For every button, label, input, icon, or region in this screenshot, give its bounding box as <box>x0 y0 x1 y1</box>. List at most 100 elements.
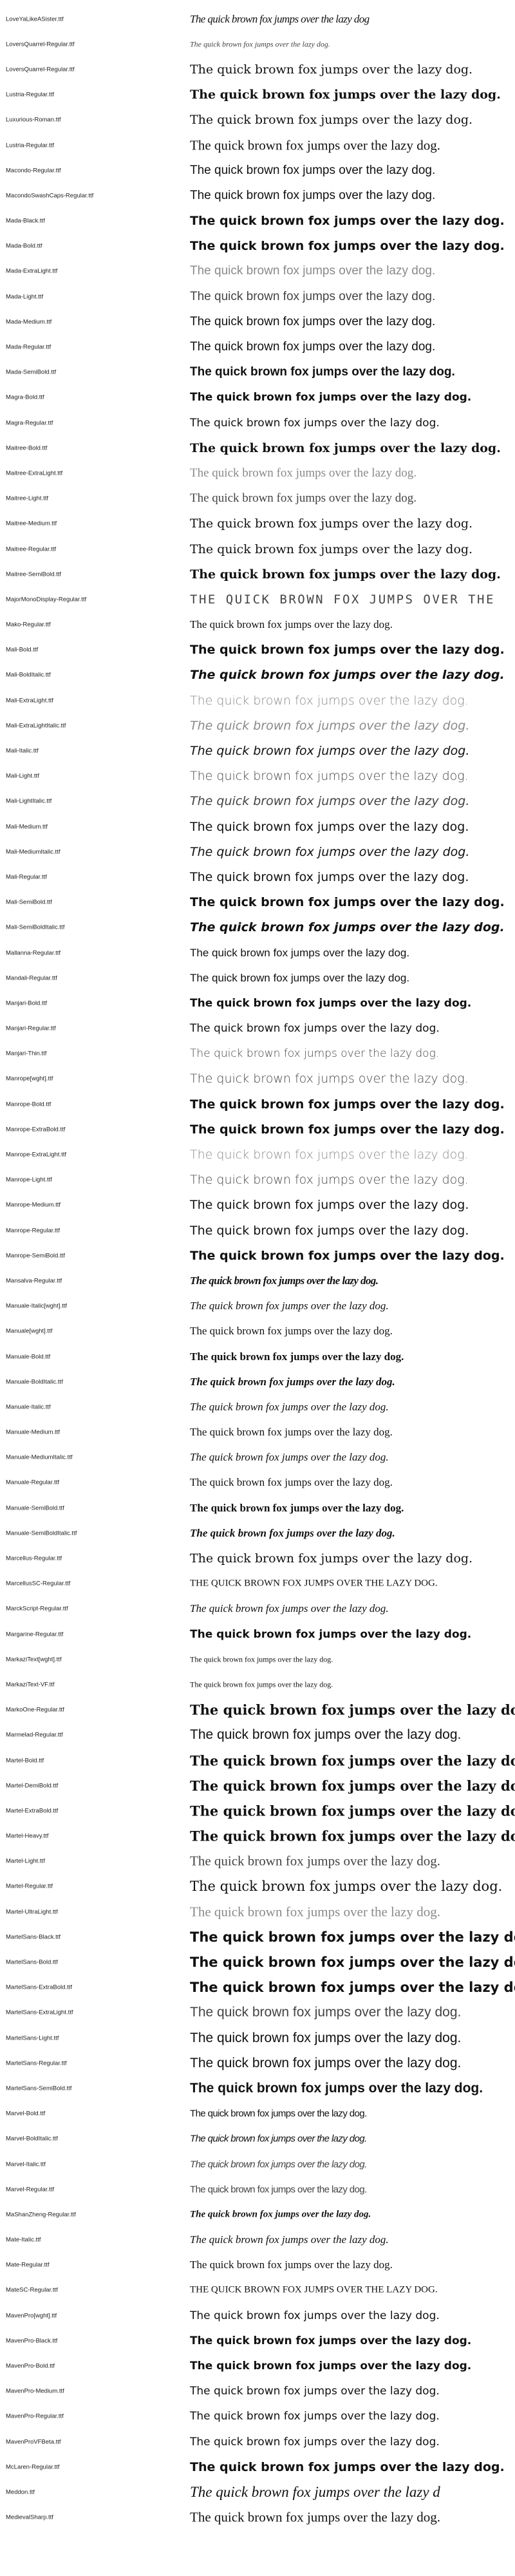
font-filename: Mada-SemiBold.ttf <box>6 368 57 376</box>
font-filename: MavenPro-Regular.ttf <box>6 2412 64 2420</box>
font-row: Manrope-ExtraBold.ttf The quick brown fox… <box>0 1117 515 1142</box>
font-filename: Mandali-Regular.ttf <box>6 974 57 982</box>
font-sample-text: The quick brown fox jumps over the lazy … <box>190 2133 367 2145</box>
font-row: LoversQuarrel-Regular.ttf The quick brown… <box>0 32 515 57</box>
font-row: Manrope-Regular.ttf The quick brown fox j… <box>0 1218 515 1243</box>
font-filename: Manuale-MediumItalic.ttf <box>6 1454 73 1461</box>
font-sample-text: The quick brown fox jumps over the lazy … <box>190 440 501 455</box>
font-row: Mali-Bold.ttf The quick brown fox jumps o… <box>0 638 515 663</box>
font-row: Marcellus-Regular.ttf The quick brown fox… <box>0 1546 515 1571</box>
font-row: Marvel-Bold.ttf The quick brown fox jumps… <box>0 2101 515 2126</box>
font-row: Martel-Light.ttf The quick brown fox jump… <box>0 1849 515 1874</box>
font-sample-text: The quick brown fox jumps over the lazy … <box>190 1526 395 1539</box>
font-sample-text: The quick brown fox jumps over the lazy … <box>190 1274 379 1287</box>
font-filename: Mallanna-Regular.ttf <box>6 949 61 957</box>
font-sample-text: The quick brown fox jumps over the lazy … <box>190 2259 393 2271</box>
font-row: Mansalva-Regular.ttf The quick brown fox … <box>0 1268 515 1293</box>
font-filename: Marcellus-Regular.ttf <box>6 1555 62 1562</box>
font-row: MartelSans-Black.ttf The quick brown fox … <box>0 1924 515 1949</box>
font-sample-text: The quick brown fox jumps over the lazy … <box>190 2030 462 2045</box>
font-row: Martel-UltraLight.ttf The quick brown fox… <box>0 1899 515 1924</box>
font-filename: Marvel-Regular.ttf <box>6 2186 54 2193</box>
font-filename: Mada-Regular.ttf <box>6 343 52 351</box>
font-row: MarcellusSC-Regular.ttf THE QUICK BROWN F… <box>0 1571 515 1596</box>
font-filename: Manuale-Regular.ttf <box>6 1479 59 1486</box>
font-sample-text: The quick brown fox jumps over the lazy … <box>190 844 470 859</box>
font-sample-text: The quick brown fox jumps over the lazy … <box>190 769 469 784</box>
font-filename: Mali-Italic.ttf <box>6 747 39 755</box>
font-filename: MarkaziText[wght].ttf <box>6 1656 62 1663</box>
font-filename: MavenProVFBeta.ttf <box>6 2438 61 2446</box>
font-row: Lustria-Regular.ttf The quick brown fox j… <box>0 133 515 158</box>
font-row: Manjari-Bold.ttf The quick brown fox jump… <box>0 990 515 1016</box>
font-sample-text: The quick brown fox jumps over the lazy … <box>190 289 436 303</box>
font-filename: MarkoOne-Regular.ttf <box>6 1706 64 1714</box>
font-sample-text: The quick brown fox jumps over the lazy … <box>190 643 505 658</box>
font-sample-text: The quick brown fox jumps over the lazy … <box>190 88 501 102</box>
font-filename: Mali-Medium.ttf <box>6 823 48 831</box>
font-filename: Manjari-Bold.ttf <box>6 999 47 1007</box>
font-filename: Manrope-SemiBold.ttf <box>6 1252 65 1260</box>
font-filename: Mali-Regular.ttf <box>6 873 47 881</box>
font-sample-text: The quick brown fox jumps over the lazy … <box>190 1173 469 1188</box>
font-row: Mada-SemiBold.ttf The quick brown fox jum… <box>0 360 515 385</box>
font-filename: MartelSans-Regular.ttf <box>6 2060 67 2067</box>
font-row: Maitree-SemiBold.ttf The quick brown fox … <box>0 562 515 587</box>
font-row: Manrope[wght].ttf The quick brown fox jum… <box>0 1066 515 1092</box>
font-sample-text: The quick brown fox jumps over the lazy … <box>190 137 440 153</box>
font-filename: Manrope[wght].ttf <box>6 1075 53 1083</box>
font-row: Mali-MediumItalic.ttf The quick brown fox… <box>0 839 515 864</box>
font-sample-text: The quick brown fox jumps over the lazy … <box>190 2459 505 2474</box>
font-row: Maitree-Bold.ttf The quick brown fox jump… <box>0 435 515 460</box>
font-row: Martel-Heavy.ttf The quick brown fox jump… <box>0 1824 515 1849</box>
font-filename: Mali-Bold.ttf <box>6 646 39 654</box>
font-row: Maitree-ExtraLight.ttf The quick brown fo… <box>0 460 515 486</box>
font-filename: Manrope-Light.ttf <box>6 1176 52 1184</box>
font-row: Martel-Regular.ttf The quick brown fox ju… <box>0 1874 515 1899</box>
font-filename: Mali-ExtraLightItalic.ttf <box>6 722 66 730</box>
font-filename: Macondo-Regular.ttf <box>6 167 61 175</box>
font-filename: Manrope-Medium.ttf <box>6 1201 61 1209</box>
font-sample-text: The quick brown fox jumps over the lazy … <box>190 1325 393 1338</box>
font-sample-text: The quick brown fox jumps over the lazy … <box>190 2509 440 2525</box>
font-filename: MarckScript-Regular.ttf <box>6 1605 68 1613</box>
font-sample-text: The quick brown fox jumps over the lazy … <box>190 163 436 177</box>
font-filename: Manuale-BoldItalic.ttf <box>6 1378 63 1386</box>
font-filename: Mada-ExtraLight.ttf <box>6 267 58 275</box>
font-filename: Manrope-Bold.ttf <box>6 1101 52 1108</box>
font-filename: Maitree-Regular.ttf <box>6 545 57 553</box>
font-row: Magra-Regular.ttf The quick brown fox jum… <box>0 410 515 435</box>
font-sample-text: The quick brown fox jumps over the lazy … <box>190 1551 473 1566</box>
font-filename: Mada-Light.ttf <box>6 293 44 301</box>
font-filename: Martel-ExtraBold.ttf <box>6 1807 59 1815</box>
font-row: MarkaziText[wght].ttf The quick brown fox… <box>0 1647 515 1672</box>
font-sample-text: The quick brown fox jumps over the lazy … <box>190 391 472 404</box>
font-sample-text: The quick brown fox jumps over the lazy … <box>190 1879 503 1895</box>
font-sample-text: The quick brown fox jumps over the lazy … <box>190 1727 462 1743</box>
font-row: Margarine-Regular.ttf The quick brown fox… <box>0 1622 515 1647</box>
font-row: Manrope-ExtraLight.ttf The quick brown fo… <box>0 1142 515 1167</box>
font-sample-text: The quick brown fox jumps over the lazy … <box>190 920 505 935</box>
font-row: MartelSans-Light.ttf The quick brown fox … <box>0 2025 515 2050</box>
font-sample-text: The quick brown fox jumps over the lazy … <box>190 1680 333 1689</box>
font-row: Mali-SemiBold.ttf The quick brown fox jum… <box>0 890 515 915</box>
font-filename: Luxurious-Roman.ttf <box>6 116 61 124</box>
font-filename: Maitree-Medium.ttf <box>6 520 57 527</box>
font-sample-text: The quick brown fox jumps over the lazy … <box>190 214 505 229</box>
font-row: Manuale-SemiBold.ttf The quick brown fox … <box>0 1495 515 1520</box>
font-filename: Maitree-ExtraLight.ttf <box>6 469 63 477</box>
font-sample-text: The quick brown fox jumps over the lazy … <box>190 2410 440 2423</box>
font-sample-text: The quick brown fox jumps over the lazy … <box>190 1654 333 1664</box>
font-sample-text: The quick brown fox jumps over the lazy … <box>190 1929 515 1945</box>
font-row: Martel-ExtraBold.ttf The quick brown fox … <box>0 1798 515 1823</box>
font-filename: MartelSans-Black.ttf <box>6 1933 61 1941</box>
font-sample-text: The quick brown fox jumps over the lazy … <box>190 1752 515 1769</box>
font-row: Manuale-Medium.ttf The quick brown fox ju… <box>0 1420 515 1445</box>
font-sample-text: The quick brown fox jumps over the lazy … <box>190 1426 393 1439</box>
font-filename: Marmelad-Regular.ttf <box>6 1731 63 1739</box>
font-sample-text: The quick brown fox jumps over the lazy … <box>190 2055 462 2070</box>
font-row: Mada-Regular.ttf The quick brown fox jump… <box>0 334 515 359</box>
font-row: Manrope-Medium.ttf The quick brown fox ju… <box>0 1193 515 1218</box>
font-row: MavenPro-Bold.ttf The quick brown fox jum… <box>0 2353 515 2378</box>
font-filename: Marvel-Bold.ttf <box>6 2110 46 2117</box>
